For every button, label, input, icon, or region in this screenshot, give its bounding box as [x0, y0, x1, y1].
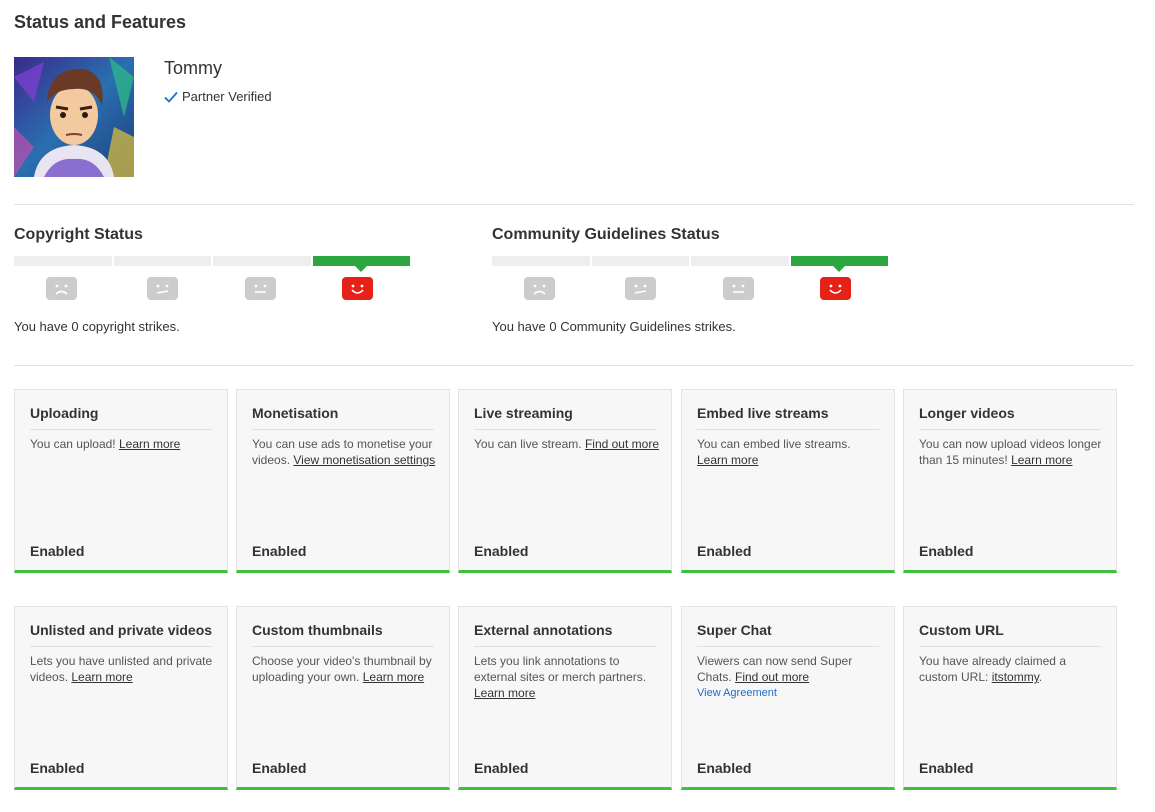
learn-more-link[interactable]: Learn more: [474, 686, 535, 700]
partner-verified-label: Partner Verified: [182, 89, 272, 104]
view-agreement-link[interactable]: View Agreement: [697, 685, 882, 701]
feature-description: Viewers can now send Super Chats. Find o…: [697, 653, 882, 701]
partner-verified-badge: Partner Verified: [164, 89, 272, 104]
view-monetisation-settings-link[interactable]: View monetisation settings: [293, 453, 435, 467]
feature-status: Enabled: [252, 543, 307, 559]
meh-face-icon: [147, 277, 178, 300]
feature-status: Enabled: [30, 760, 85, 776]
community-guidelines-status: Community Guidelines Status You have 0 C…: [492, 226, 892, 334]
feature-description-suffix: .: [1038, 670, 1043, 684]
feature-card-unlisted-private-videos: Unlisted and private videos Lets you hav…: [14, 606, 228, 790]
strike-segment-active: [790, 256, 888, 272]
feature-card-external-annotations: External annotations Lets you link annot…: [458, 606, 672, 790]
feature-card-custom-thumbnails: Custom thumbnails Choose your video's th…: [236, 606, 450, 790]
strike-segment: [113, 256, 211, 266]
feature-title: Unlisted and private videos: [30, 622, 212, 647]
feature-status: Enabled: [474, 543, 529, 559]
feature-description: You can upload! Learn more: [30, 436, 215, 452]
check-icon: [164, 91, 178, 103]
feature-title: Longer videos: [919, 405, 1101, 430]
feature-title: Monetisation: [252, 405, 434, 430]
divider: [14, 204, 1134, 205]
feature-status: Enabled: [697, 543, 752, 559]
copyright-status-title: Copyright Status: [14, 226, 143, 243]
strike-segment: [691, 256, 789, 266]
feature-description: You can live stream. Find out more: [474, 436, 659, 452]
feature-title: Uploading: [30, 405, 212, 430]
copyright-strike-bar: [14, 256, 410, 272]
feature-description: Lets you have unlisted and private video…: [30, 653, 215, 685]
feature-status: Enabled: [474, 760, 529, 776]
copyright-strikes-text: You have 0 copyright strikes.: [14, 319, 180, 334]
feature-status: Enabled: [919, 760, 974, 776]
find-out-more-link[interactable]: Find out more: [735, 670, 809, 684]
copyright-faces: [14, 277, 410, 301]
community-status-title: Community Guidelines Status: [492, 226, 720, 243]
feature-description-text: You can upload!: [30, 437, 119, 451]
feature-title: Custom thumbnails: [252, 622, 434, 647]
learn-more-link[interactable]: Learn more: [363, 670, 424, 684]
feature-status: Enabled: [252, 760, 307, 776]
learn-more-link[interactable]: Learn more: [71, 670, 132, 684]
find-out-more-link[interactable]: Find out more: [585, 437, 659, 451]
community-strikes-text: You have 0 Community Guidelines strikes.: [492, 319, 736, 334]
channel-name: Tommy: [164, 58, 222, 78]
community-strike-bar: [492, 256, 888, 272]
learn-more-link[interactable]: Learn more: [119, 437, 180, 451]
feature-title: Custom URL: [919, 622, 1101, 647]
feature-description: Choose your video's thumbnail by uploadi…: [252, 653, 437, 685]
feature-status: Enabled: [30, 543, 85, 559]
feature-description: You can use ads to monetise your videos.…: [252, 436, 437, 468]
page-title: Status and Features: [14, 12, 187, 32]
feature-card-uploading: Uploading You can upload! Learn more Ena…: [14, 389, 228, 573]
feature-title: Embed live streams: [697, 405, 879, 430]
strike-segment-active: [312, 256, 410, 272]
feature-card-embed-live-streams: Embed live streams You can embed live st…: [681, 389, 895, 573]
feature-description-text: Lets you link annotations to external si…: [474, 654, 647, 684]
copyright-status: Copyright Status You have 0 copyright st…: [14, 226, 414, 334]
sad-face-icon: [46, 277, 77, 300]
custom-url-link[interactable]: itstommy: [992, 670, 1039, 684]
feature-title: External annotations: [474, 622, 656, 647]
feature-description-text: You can embed live streams.: [697, 437, 851, 451]
strike-segment: [213, 256, 311, 266]
feature-description-text: You can live stream.: [474, 437, 585, 451]
happy-face-icon: [342, 277, 373, 300]
feature-status: Enabled: [697, 760, 752, 776]
feature-card-live-streaming: Live streaming You can live stream. Find…: [458, 389, 672, 573]
feature-title: Super Chat: [697, 622, 879, 647]
feature-card-custom-url: Custom URL You have already claimed a cu…: [903, 606, 1117, 790]
meh-face-icon: [625, 277, 656, 300]
community-faces: [492, 277, 888, 301]
sad-face-icon: [524, 277, 555, 300]
channel-avatar: [14, 57, 134, 177]
divider: [14, 365, 1134, 366]
strike-segment: [591, 256, 689, 266]
feature-card-longer-videos: Longer videos You can now upload videos …: [903, 389, 1117, 573]
learn-more-link[interactable]: Learn more: [1011, 453, 1072, 467]
feature-description: Lets you link annotations to external si…: [474, 653, 659, 701]
learn-more-link[interactable]: Learn more: [697, 453, 758, 467]
feature-description: You can embed live streams. Learn more: [697, 436, 882, 468]
feature-description: You have already claimed a custom URL: i…: [919, 653, 1104, 685]
strike-segment: [14, 256, 112, 266]
neutral-face-icon: [723, 277, 754, 300]
strike-segment: [492, 256, 590, 266]
feature-status: Enabled: [919, 543, 974, 559]
neutral-face-icon: [245, 277, 276, 300]
feature-title: Live streaming: [474, 405, 656, 430]
feature-description: You can now upload videos longer than 15…: [919, 436, 1104, 468]
feature-card-monetisation: Monetisation You can use ads to monetise…: [236, 389, 450, 573]
happy-face-icon: [820, 277, 851, 300]
feature-card-super-chat: Super Chat Viewers can now send Super Ch…: [681, 606, 895, 790]
